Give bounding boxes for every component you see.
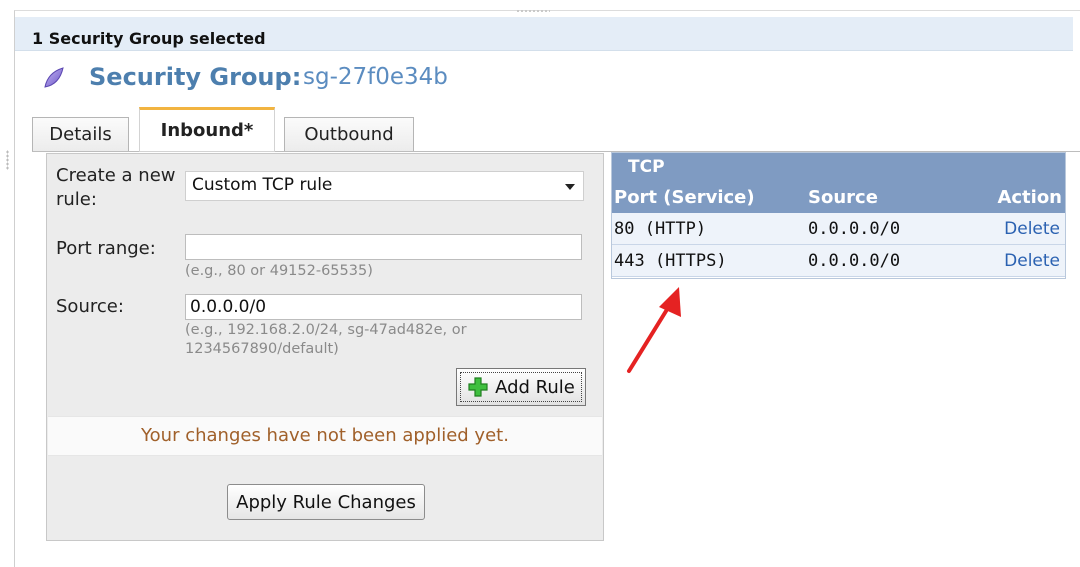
annotation-arrow-icon bbox=[627, 287, 681, 373]
resize-handle[interactable] bbox=[6, 150, 9, 170]
security-group-id: sg-27f0e34b bbox=[303, 64, 448, 90]
add-rule-label: Add Rule bbox=[495, 376, 575, 398]
tab-details[interactable]: Details bbox=[32, 117, 129, 151]
rule-type-select[interactable]: Custom TCP rule bbox=[185, 171, 584, 201]
source-hint: (e.g., 192.168.2.0/24, sg-47ad482e, or 1… bbox=[185, 322, 467, 357]
new-rule-form: Create a new rule: Custom TCP rule Port … bbox=[46, 153, 604, 541]
table-row: 443 (HTTPS) 0.0.0.0/0 Delete bbox=[612, 244, 1066, 277]
column-header-action: Action bbox=[990, 181, 1066, 213]
pending-changes-notice: Your changes have not been applied yet. bbox=[48, 416, 602, 456]
plus-icon bbox=[468, 377, 488, 397]
rule-source-cell: 0.0.0.0/0 bbox=[806, 244, 990, 277]
protocol-group-label: TCP bbox=[628, 157, 665, 177]
delete-rule-link[interactable]: Delete bbox=[990, 213, 1066, 245]
table-row: 80 (HTTP) 0.0.0.0/0 Delete bbox=[612, 213, 1066, 245]
column-header-port: Port (Service) bbox=[612, 181, 806, 213]
column-header-source: Source bbox=[806, 181, 990, 213]
port-range-hint: (e.g., 80 or 49152-65535) bbox=[185, 263, 373, 279]
source-input[interactable] bbox=[185, 294, 582, 320]
source-label: Source: bbox=[56, 296, 124, 317]
rule-source-cell: 0.0.0.0/0 bbox=[806, 213, 990, 245]
rule-port-cell: 80 (HTTP) bbox=[612, 213, 806, 245]
inbound-rules-table: TCP Port (Service) Source Action 80 (HTT… bbox=[612, 153, 1066, 277]
port-range-input[interactable] bbox=[185, 234, 582, 260]
chevron-down-icon bbox=[565, 184, 575, 190]
delete-rule-link[interactable]: Delete bbox=[990, 244, 1066, 277]
rule-port-cell: 443 (HTTPS) bbox=[612, 244, 806, 277]
apply-rule-changes-button[interactable]: Apply Rule Changes bbox=[227, 484, 425, 520]
top-drag-grip[interactable] bbox=[516, 9, 550, 13]
security-group-icon bbox=[44, 67, 64, 88]
selection-bar: 1 Security Group selected bbox=[15, 17, 1073, 51]
pending-changes-text: Your changes have not been applied yet. bbox=[141, 425, 509, 446]
port-range-label: Port range: bbox=[56, 238, 156, 259]
page-title-label: Security Group: bbox=[89, 63, 302, 91]
table-group-header: TCP bbox=[612, 153, 1066, 181]
table-header-row: Port (Service) Source Action bbox=[612, 181, 1066, 213]
add-rule-button[interactable]: Add Rule bbox=[456, 368, 586, 406]
security-group-panel: 1 Security Group selected Security Group… bbox=[14, 10, 1080, 567]
tab-outbound[interactable]: Outbound bbox=[284, 117, 414, 151]
create-rule-label: Create a new rule: bbox=[56, 165, 176, 210]
rule-type-select-value: Custom TCP rule bbox=[192, 175, 333, 195]
selection-count-text: 1 Security Group selected bbox=[32, 29, 266, 48]
tab-inbound[interactable]: Inbound* bbox=[139, 107, 275, 152]
